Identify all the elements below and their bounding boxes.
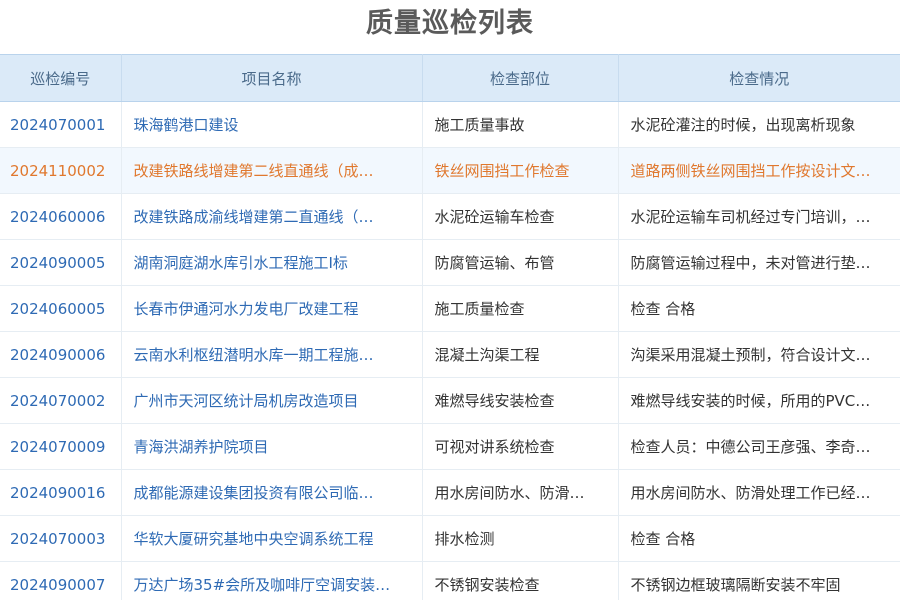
cell-inspection-part: 难燃导线安装检查 [422,377,619,424]
table-row[interactable]: 2024090006 云南水利枢纽潜明水库一期工程施… 混凝土沟渠工程 沟渠采用… [0,331,900,378]
table-row[interactable]: 2024070002 广州市天河区统计局机房改造项目 难燃导线安装检查 难燃导线… [0,377,900,424]
cell-project-name[interactable]: 改建铁路线增建第二线直通线（成… [121,147,423,194]
cell-inspection-status: 道路两侧铁丝网围挡工作按设计文… [618,147,900,194]
table-row[interactable]: 2024060006 改建铁路成渝线增建第二直通线（… 水泥砼运输车检查 水泥砼… [0,193,900,240]
quality-inspection-page: 质量巡检列表 巡检编号 项目名称 检查部位 检查情况 2024070001 珠海… [0,0,900,600]
cell-inspection-code[interactable]: 2024060006 [0,193,122,240]
cell-project-name[interactable]: 成都能源建设集团投资有限公司临… [121,469,423,516]
cell-inspection-status: 水泥砼灌注的时候，出现离析现象 [618,101,900,148]
header-inspection-status[interactable]: 检查情况 [618,54,900,102]
cell-inspection-status: 不锈钢边框玻璃隔断安装不牢固 [618,561,900,600]
table-row[interactable]: 2024070003 华软大厦研究基地中央空调系统工程 排水检测 检查 合格 [0,515,900,562]
header-project-name[interactable]: 项目名称 [121,54,423,102]
table-row[interactable]: 2024090005 湖南洞庭湖水库引水工程施工I标 防腐管运输、布管 防腐管运… [0,239,900,286]
table-row[interactable]: 2024070001 珠海鹤港口建设 施工质量事故 水泥砼灌注的时候，出现离析现… [0,101,900,148]
cell-project-name[interactable]: 珠海鹤港口建设 [121,101,423,148]
cell-project-name[interactable]: 云南水利枢纽潜明水库一期工程施… [121,331,423,378]
cell-inspection-part: 施工质量检查 [422,285,619,332]
cell-project-name[interactable]: 湖南洞庭湖水库引水工程施工I标 [121,239,423,286]
cell-inspection-code[interactable]: 2024110002 [0,147,122,194]
cell-inspection-status: 沟渠采用混凝土预制，符合设计文… [618,331,900,378]
table-row-highlighted[interactable]: 2024110002 改建铁路线增建第二线直通线（成… 铁丝网围挡工作检查 道路… [0,147,900,194]
inspection-table: 巡检编号 项目名称 检查部位 检查情况 2024070001 珠海鹤港口建设 施… [0,54,900,600]
table-body: 2024070001 珠海鹤港口建设 施工质量事故 水泥砼灌注的时候，出现离析现… [0,101,900,600]
table-row[interactable]: 2024060005 长春市伊通河水力发电厂改建工程 施工质量检查 检查 合格 [0,285,900,332]
cell-inspection-code[interactable]: 2024090016 [0,469,122,516]
cell-inspection-status: 检查人员：中德公司王彦强、李奇… [618,423,900,470]
cell-project-name[interactable]: 改建铁路成渝线增建第二直通线（… [121,193,423,240]
cell-inspection-code[interactable]: 2024090005 [0,239,122,286]
cell-inspection-status: 用水房间防水、防滑处理工作已经… [618,469,900,516]
cell-inspection-part: 防腐管运输、布管 [422,239,619,286]
header-inspection-part[interactable]: 检查部位 [422,54,619,102]
cell-inspection-code[interactable]: 2024060005 [0,285,122,332]
cell-inspection-part: 可视对讲系统检查 [422,423,619,470]
header-inspection-code[interactable]: 巡检编号 [0,54,122,102]
cell-inspection-part: 用水房间防水、防滑… [422,469,619,516]
cell-project-name[interactable]: 华软大厦研究基地中央空调系统工程 [121,515,423,562]
cell-project-name[interactable]: 青海洪湖养护院项目 [121,423,423,470]
cell-inspection-status: 难燃导线安装的时候，所用的PVC… [618,377,900,424]
cell-inspection-code[interactable]: 2024090006 [0,331,122,378]
cell-inspection-part: 铁丝网围挡工作检查 [422,147,619,194]
table-row[interactable]: 2024090007 万达广场35#会所及咖啡厅空调安装… 不锈钢安装检查 不锈… [0,561,900,600]
cell-inspection-code[interactable]: 2024090007 [0,561,122,600]
header-row: 巡检编号 项目名称 检查部位 检查情况 [0,54,900,102]
cell-inspection-part: 水泥砼运输车检查 [422,193,619,240]
cell-inspection-status: 检查 合格 [618,285,900,332]
table-header: 巡检编号 项目名称 检查部位 检查情况 [0,54,900,102]
cell-project-name[interactable]: 万达广场35#会所及咖啡厅空调安装… [121,561,423,600]
cell-inspection-status: 检查 合格 [618,515,900,562]
cell-inspection-part: 不锈钢安装检查 [422,561,619,600]
cell-project-name[interactable]: 长春市伊通河水力发电厂改建工程 [121,285,423,332]
cell-inspection-status: 防腐管运输过程中，未对管进行垫… [618,239,900,286]
table-row[interactable]: 2024090016 成都能源建设集团投资有限公司临… 用水房间防水、防滑… 用… [0,469,900,516]
cell-project-name[interactable]: 广州市天河区统计局机房改造项目 [121,377,423,424]
cell-inspection-code[interactable]: 2024070009 [0,423,122,470]
cell-inspection-code[interactable]: 2024070002 [0,377,122,424]
cell-inspection-part: 排水检测 [422,515,619,562]
cell-inspection-code[interactable]: 2024070003 [0,515,122,562]
cell-inspection-part: 混凝土沟渠工程 [422,331,619,378]
table-row[interactable]: 2024070009 青海洪湖养护院项目 可视对讲系统检查 检查人员：中德公司王… [0,423,900,470]
cell-inspection-part: 施工质量事故 [422,101,619,148]
page-title: 质量巡检列表 [366,8,534,39]
cell-inspection-status: 水泥砼运输车司机经过专门培训，… [618,193,900,240]
cell-inspection-code[interactable]: 2024070001 [0,101,122,148]
